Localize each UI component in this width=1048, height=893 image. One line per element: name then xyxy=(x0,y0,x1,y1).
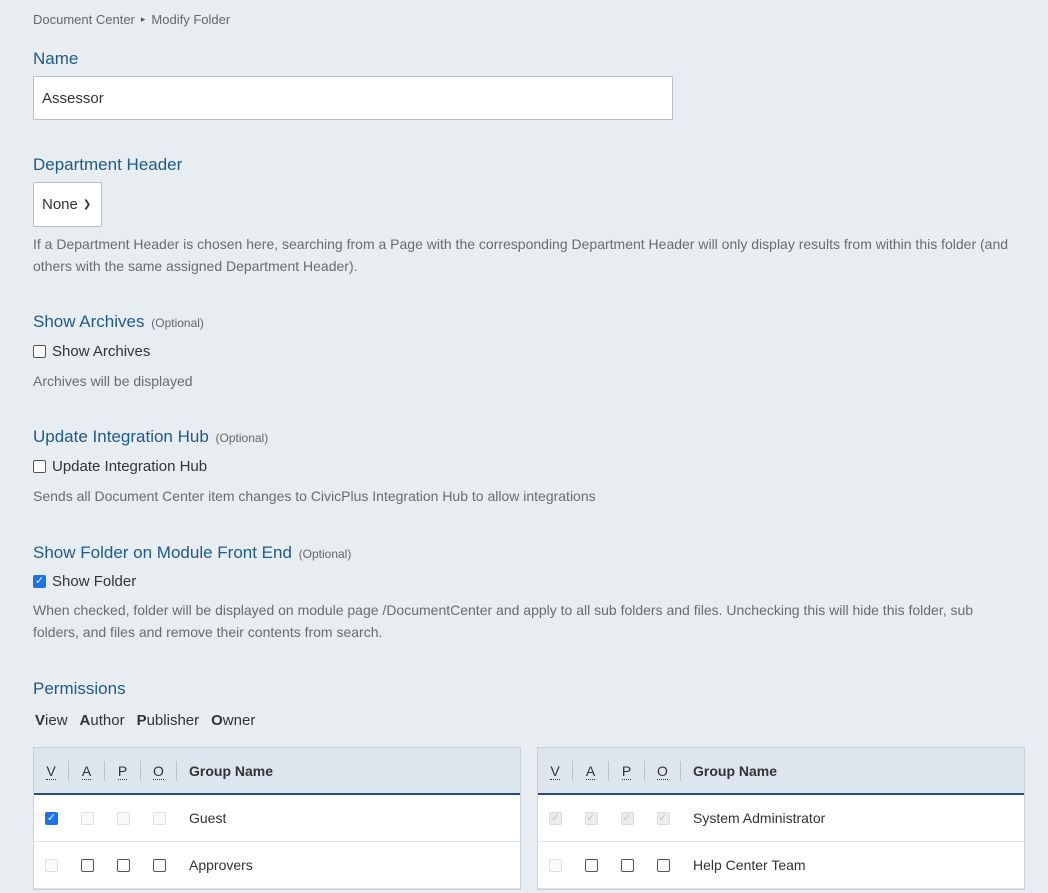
update-hub-title: Update Integration Hub (Optional) xyxy=(33,427,268,447)
update-hub-help: Sends all Document Center item changes t… xyxy=(33,488,596,504)
column-header-author[interactable]: A xyxy=(573,760,609,781)
table-row: ✓ ✓ ✓ ✓ System Administrator xyxy=(538,795,1024,842)
permissions-table-right: V A P O Group Name ✓ ✓ ✓ ✓ System Admini… xyxy=(537,747,1025,890)
view-checkbox xyxy=(549,858,562,872)
department-header-help: If a Department Header is chosen here, s… xyxy=(33,236,1009,274)
legend-publisher: Publisher xyxy=(136,712,200,729)
column-header-owner[interactable]: O xyxy=(645,760,681,781)
group-name: Help Center Team xyxy=(693,857,806,873)
show-folder-help: When checked, folder will be displayed o… xyxy=(33,602,974,640)
show-archives-checkbox-label[interactable]: Show Archives xyxy=(52,343,150,360)
column-header-owner[interactable]: O xyxy=(141,760,177,781)
publisher-checkbox[interactable] xyxy=(116,858,130,872)
author-checkbox[interactable] xyxy=(80,858,94,872)
author-checkbox[interactable] xyxy=(584,858,598,872)
publisher-checkbox xyxy=(116,811,130,825)
show-archives-row[interactable]: Show Archives xyxy=(33,343,150,360)
permissions-table-left: V A P O Group Name ✓ Guest Approvers xyxy=(33,747,521,890)
department-header-select[interactable]: None ❯ xyxy=(33,182,102,227)
department-header-selected: None xyxy=(42,196,78,213)
column-header-publisher[interactable]: P xyxy=(609,760,645,781)
owner-checkbox xyxy=(152,811,166,825)
column-header-view[interactable]: V xyxy=(34,760,69,781)
author-checkbox xyxy=(80,811,94,825)
legend-view: View xyxy=(35,712,68,729)
view-checkbox: ✓ xyxy=(549,811,562,825)
group-name: Approvers xyxy=(189,857,253,873)
show-folder-checkbox[interactable]: ✓ xyxy=(33,575,46,588)
owner-checkbox[interactable] xyxy=(152,858,166,872)
group-name: Guest xyxy=(189,810,227,826)
show-archives-checkbox[interactable] xyxy=(33,345,46,358)
breadcrumb-separator: ▸ xyxy=(140,14,146,24)
publisher-checkbox[interactable] xyxy=(620,858,634,872)
optional-tag: (Optional) xyxy=(298,547,352,561)
department-header-label: Department Header xyxy=(33,155,183,174)
update-hub-checkbox[interactable] xyxy=(33,460,46,473)
legend-author: Author xyxy=(79,712,125,729)
column-header-group-name: Group Name xyxy=(693,762,778,779)
show-archives-help: Archives will be displayed xyxy=(33,373,193,389)
optional-tag: (Optional) xyxy=(151,316,204,330)
column-header-publisher[interactable]: P xyxy=(105,760,141,781)
author-checkbox: ✓ xyxy=(584,811,598,825)
column-header-view[interactable]: V xyxy=(538,760,573,781)
view-checkbox xyxy=(45,858,58,872)
breadcrumb: Document Center ▸ Modify Folder xyxy=(33,12,230,27)
owner-checkbox[interactable] xyxy=(656,858,670,872)
show-folder-row[interactable]: ✓ Show Folder xyxy=(33,573,136,590)
update-hub-row[interactable]: Update Integration Hub xyxy=(33,458,207,475)
show-folder-label: Show Folder on Module Front End xyxy=(33,543,292,562)
publisher-checkbox: ✓ xyxy=(620,811,634,825)
view-checkbox[interactable]: ✓ xyxy=(45,811,58,825)
column-header-group-name: Group Name xyxy=(189,762,274,779)
name-input[interactable] xyxy=(33,76,673,120)
chevron-down-icon: ❯ xyxy=(82,199,92,210)
show-archives-label: Show Archives xyxy=(33,312,145,331)
optional-tag: (Optional) xyxy=(215,431,269,445)
update-hub-label: Update Integration Hub xyxy=(33,427,209,446)
legend-owner: Owner xyxy=(211,712,256,729)
show-folder-checkbox-label[interactable]: Show Folder xyxy=(52,573,136,590)
table-row: ✓ Guest xyxy=(34,795,520,842)
column-header-author[interactable]: A xyxy=(69,760,105,781)
update-hub-checkbox-label[interactable]: Update Integration Hub xyxy=(52,458,207,475)
table-header: V A P O Group Name xyxy=(538,748,1024,795)
show-archives-title: Show Archives (Optional) xyxy=(33,312,204,332)
breadcrumb-current: Modify Folder xyxy=(151,12,231,27)
group-name: System Administrator xyxy=(693,810,826,826)
name-label: Name xyxy=(33,49,79,68)
table-row: Approvers xyxy=(34,842,520,889)
permissions-legend: View Author Publisher Owner xyxy=(35,712,255,729)
show-folder-title: Show Folder on Module Front End (Optiona… xyxy=(33,543,351,563)
owner-checkbox: ✓ xyxy=(656,811,670,825)
breadcrumb-root-link[interactable]: Document Center xyxy=(33,12,135,27)
table-row: Help Center Team xyxy=(538,842,1024,889)
table-header: V A P O Group Name xyxy=(34,748,520,795)
permissions-label: Permissions xyxy=(33,679,126,698)
